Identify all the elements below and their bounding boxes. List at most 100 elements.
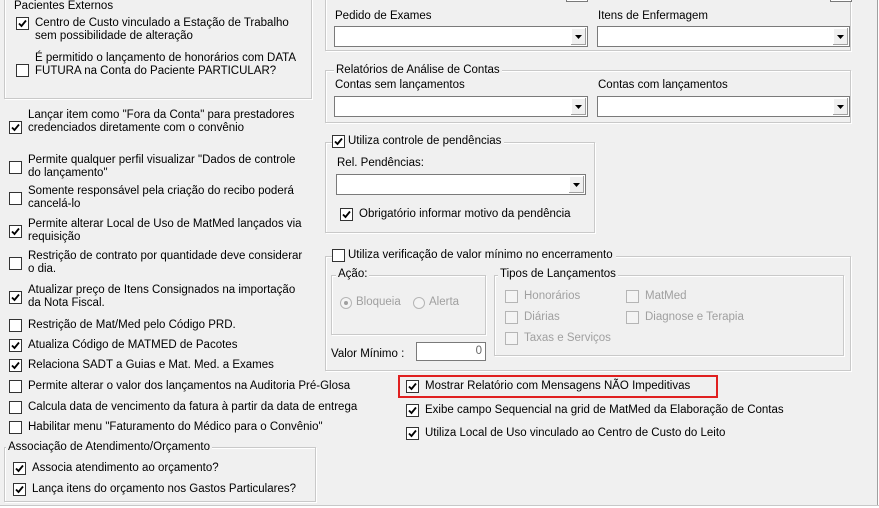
checkbox-box[interactable] — [16, 17, 29, 30]
checkbox-data-vencimento[interactable]: Calcula data de vencimento da fatura à p… — [9, 401, 389, 414]
checkbox-box[interactable] — [9, 291, 22, 304]
checkbox-taxas-servicos[interactable]: Taxas e Serviços — [505, 332, 611, 345]
radio-label: Alerta — [429, 296, 460, 308]
checkbox-motivo-pendencia[interactable]: Obrigatório informar motivo da pendência — [340, 208, 571, 221]
checkbox-label: Somente responsável pela criação do reci… — [28, 185, 294, 210]
checkbox-label: Utiliza Local de Uso vinculado ao Centro… — [425, 427, 726, 439]
checkbox-relaciona-sadt[interactable]: Relaciona SADT a Guias e Mat. Med. a Exa… — [9, 359, 309, 372]
checkbox-centro-custo[interactable]: Centro de Custo vinculado a Estação de T… — [16, 17, 306, 43]
combo-itens-enfermagem[interactable] — [597, 26, 850, 47]
chevron-down-icon[interactable] — [570, 98, 586, 115]
checkbox-exibe-sequencial[interactable]: Exibe campo Sequencial na grid de MatMed… — [406, 404, 784, 417]
chevron-down-icon[interactable] — [832, 98, 848, 115]
checkbox-label: É permitido o lançamento de honorários c… — [35, 52, 296, 77]
checkbox-box[interactable] — [9, 161, 22, 174]
group-title-pacientes-externos: Pacientes Externos — [12, 0, 116, 13]
label-itens-enfermagem: Itens de Enfermagem — [598, 10, 708, 22]
radio-bloqueia[interactable]: Bloqueia — [340, 296, 401, 309]
checkbox-matmed[interactable]: MatMed — [626, 290, 687, 303]
checkbox-label: Mostrar Relatório com Mensagens NÃO Impe… — [425, 380, 691, 392]
label-contas-com-lancamentos: Contas com lançamentos — [598, 79, 728, 91]
checkbox-box[interactable] — [13, 483, 26, 496]
radio-dot[interactable] — [340, 296, 352, 309]
checkbox-label: Restrição de Mat/Med pelo Código PRD. — [28, 319, 236, 331]
checkbox-box[interactable] — [9, 401, 22, 414]
checkbox-auditoria-pre-glosa[interactable]: Permite alterar o valor dos lançamentos … — [9, 380, 389, 393]
checkbox-label: Permite alterar Local de Uso de MatMed l… — [28, 218, 302, 243]
radio-dot[interactable] — [413, 296, 425, 309]
checkbox-matmed-pacotes[interactable]: Atualiza Código de MATMED de Pacotes — [9, 339, 309, 352]
checkbox-box[interactable] — [9, 319, 22, 332]
checkbox-box[interactable] — [626, 311, 639, 324]
checkbox-label: Honorários — [524, 290, 581, 302]
chevron-down-icon[interactable] — [570, 28, 586, 45]
checkbox-local-uso-leito[interactable]: Utiliza Local de Uso vinculado ao Centro… — [406, 427, 725, 440]
checkbox-box[interactable] — [9, 192, 22, 205]
checkbox-honorarios[interactable]: Honorários — [505, 290, 580, 303]
checkbox-controle-pendencias[interactable]: Utiliza controle de pendências — [332, 135, 505, 148]
checkbox-box[interactable] — [9, 359, 22, 372]
checkbox-label: Habilitar menu "Faturamento do Médico pa… — [28, 421, 323, 433]
combo-pedido-exames[interactable] — [334, 26, 588, 47]
checkbox-diarias[interactable]: Diárias — [505, 311, 560, 324]
radio-alerta[interactable]: Alerta — [413, 296, 459, 309]
checkbox-diagnose-terapia[interactable]: Diagnose e Terapia — [626, 311, 744, 324]
combo-rel-pendencias[interactable] — [336, 174, 586, 195]
checkbox-label: Atualiza Código de MATMED de Pacotes — [28, 339, 238, 351]
checkbox-mostrar-relatorio[interactable]: Mostrar Relatório com Mensagens NÃO Impe… — [406, 380, 690, 393]
combo-contas-com-lancamentos[interactable] — [597, 96, 850, 117]
checkbox-box[interactable] — [505, 311, 518, 324]
checkbox-label: Calcula data de vencimento da fatura à p… — [28, 401, 358, 413]
checkbox-box[interactable] — [9, 121, 22, 134]
checkbox-label: Permite alterar o valor dos lançamentos … — [28, 380, 351, 392]
checkbox-data-futura[interactable]: É permitido o lançamento de honorários c… — [16, 52, 306, 78]
checkbox-box[interactable] — [9, 257, 22, 270]
chevron-down-icon[interactable] — [568, 176, 584, 193]
checkbox-label: Obrigatório informar motivo da pendência — [359, 208, 571, 220]
checkbox-label: Exibe campo Sequencial na grid de MatMed… — [425, 404, 784, 416]
label-valor-minimo: Valor Mínimo : — [331, 348, 405, 360]
checkbox-lanca-itens-orcamento[interactable]: Lança itens do orçamento nos Gastos Part… — [13, 483, 313, 496]
chevron-down-icon[interactable] — [832, 28, 848, 45]
checkbox-dados-controle[interactable]: Permite qualquer perfil visualizar "Dado… — [9, 154, 309, 180]
checkbox-box[interactable] — [406, 427, 419, 440]
checkbox-label: Diagnose e Terapia — [645, 311, 744, 323]
checkbox-cancelar-recibo[interactable]: Somente responsável pela criação do reci… — [9, 185, 309, 211]
checkbox-box[interactable] — [9, 225, 22, 238]
checkbox-box[interactable] — [406, 404, 419, 417]
checkbox-box[interactable] — [332, 135, 345, 148]
group-title-tipos-lancamentos: Tipos de Lançamentos — [498, 268, 618, 281]
checkbox-box[interactable] — [505, 290, 518, 303]
checkbox-faturamento-medico[interactable]: Habilitar menu "Faturamento do Médico pa… — [9, 421, 389, 434]
group-title-acao: Ação: — [336, 268, 370, 281]
checkbox-local-uso-matmed[interactable]: Permite alterar Local de Uso de MatMed l… — [9, 218, 309, 244]
checkbox-box[interactable] — [9, 380, 22, 393]
checkbox-box[interactable] — [16, 64, 29, 77]
group-pacientes-externos — [4, 0, 312, 99]
checkbox-itens-consignados[interactable]: Atualizar preço de Itens Consignados na … — [9, 284, 309, 310]
checkbox-restricao-prd[interactable]: Restrição de Mat/Med pelo Código PRD. — [9, 319, 309, 332]
checkbox-box[interactable] — [9, 339, 22, 352]
checkbox-label: Lança itens do orçamento nos Gastos Part… — [32, 483, 297, 495]
checkbox-fora-da-conta[interactable]: Lançar item como "Fora da Conta" para pr… — [9, 109, 309, 135]
checkbox-box[interactable] — [505, 332, 518, 345]
checkbox-box[interactable] — [406, 380, 419, 393]
checkbox-associa-atendimento[interactable]: Associa atendimento ao orçamento? — [13, 462, 313, 475]
input-valor-minimo[interactable]: 0 — [416, 342, 486, 361]
checkbox-label: Taxas e Serviços — [524, 332, 611, 344]
checkbox-label: Associa atendimento ao orçamento? — [32, 462, 219, 474]
checkbox-box[interactable] — [13, 462, 26, 475]
checkbox-label: Diárias — [524, 311, 560, 323]
checkbox-label: Restrição de contrato por quantidade dev… — [28, 250, 303, 275]
checkbox-box[interactable] — [626, 290, 639, 303]
checkbox-box[interactable] — [9, 421, 22, 434]
checkbox-label: MatMed — [645, 290, 687, 302]
combo-contas-sem-lancamentos[interactable] — [334, 96, 588, 117]
checkbox-label: Atualizar preço de Itens Consignados na … — [28, 284, 296, 309]
checkbox-valor-minimo[interactable]: Utiliza verificação de valor mínimo no e… — [332, 249, 616, 262]
radio-label: Bloqueia — [356, 296, 401, 308]
checkbox-restricao-contrato[interactable]: Restrição de contrato por quantidade dev… — [9, 250, 309, 276]
checkbox-box[interactable] — [340, 208, 353, 221]
checkbox-box[interactable] — [332, 249, 345, 262]
checkbox-label: Utiliza controle de pendências — [348, 135, 502, 147]
